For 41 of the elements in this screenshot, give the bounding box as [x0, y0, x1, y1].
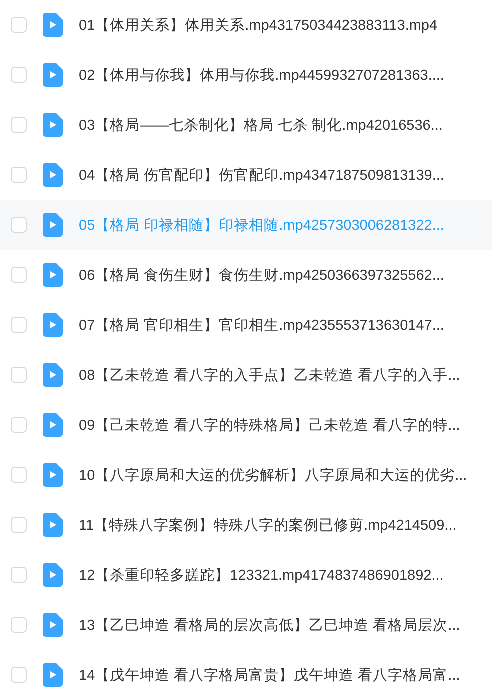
file-name[interactable]: 04【格局 伤官配印】伤官配印.mp4347187509813139...: [79, 166, 444, 184]
file-name[interactable]: 07【格局 官印相生】官印相生.mp4235553713630147...: [79, 316, 444, 334]
video-file-icon: [43, 13, 63, 37]
checkbox[interactable]: [11, 67, 27, 83]
checkbox[interactable]: [11, 667, 27, 683]
checkbox[interactable]: [11, 367, 27, 383]
checkbox[interactable]: [11, 567, 27, 583]
file-name[interactable]: 09【己未乾造 看八字的特殊格局】己未乾造 看八字的特...: [79, 416, 460, 434]
checkbox[interactable]: [11, 267, 27, 283]
checkbox[interactable]: [11, 317, 27, 333]
video-file-icon: [43, 213, 63, 237]
video-file-icon: [43, 413, 63, 437]
checkbox[interactable]: [11, 217, 27, 233]
video-file-icon: [43, 663, 63, 687]
checkbox[interactable]: [11, 417, 27, 433]
checkbox[interactable]: [11, 17, 27, 33]
file-name[interactable]: 02【体用与你我】体用与你我.mp4459932707281363....: [79, 66, 444, 84]
file-name[interactable]: 06【格局 食伤生财】食伤生财.mp4250366397325562...: [79, 266, 444, 284]
file-name[interactable]: 10【八字原局和大运的优劣解析】八字原局和大运的优劣...: [79, 466, 468, 484]
checkbox[interactable]: [11, 117, 27, 133]
video-file-icon: [43, 513, 63, 537]
video-file-icon: [43, 263, 63, 287]
file-name[interactable]: 11【特殊八字案例】特殊八字的案例已修剪.mp4214509...: [79, 516, 457, 534]
video-file-icon: [43, 363, 63, 387]
video-file-icon: [43, 113, 63, 137]
video-file-icon: [43, 563, 63, 587]
video-file-icon: [43, 63, 63, 87]
checkbox[interactable]: [11, 617, 27, 633]
video-file-icon: [43, 163, 63, 187]
checkbox[interactable]: [11, 467, 27, 483]
video-file-icon: [43, 313, 63, 337]
file-name[interactable]: 08【乙未乾造 看八字的入手点】乙未乾造 看八字的入手...: [79, 366, 460, 384]
file-name[interactable]: 03【格局——七杀制化】格局 七杀 制化.mp42016536...: [79, 116, 443, 134]
checkbox[interactable]: [11, 517, 27, 533]
checkbox[interactable]: [11, 167, 27, 183]
video-file-icon: [43, 463, 63, 487]
file-name[interactable]: 12【杀重印轻多蹉跎】123321.mp4174837486901892...: [79, 566, 444, 584]
file-name[interactable]: 01【体用关系】体用关系.mp43175034423883113.mp4: [79, 16, 438, 34]
video-file-icon: [43, 613, 63, 637]
file-name[interactable]: 13【乙巳坤造 看格局的层次高低】乙巳坤造 看格局层次...: [79, 616, 460, 634]
file-name[interactable]: 14【戊午坤造 看八字格局富贵】戊午坤造 看八字格局富...: [79, 666, 460, 684]
